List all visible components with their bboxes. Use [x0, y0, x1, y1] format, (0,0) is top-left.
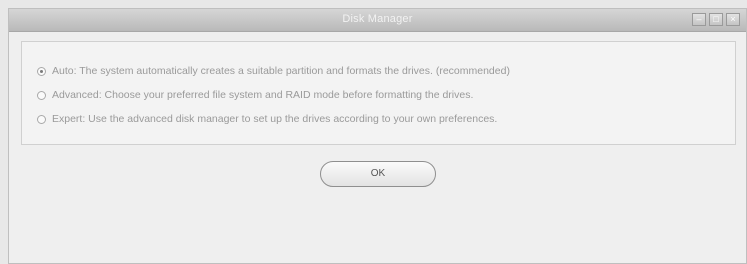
mode-options-panel: Auto: The system automatically creates a… — [21, 41, 736, 145]
window-controls: – □ × — [692, 13, 740, 26]
option-auto[interactable]: Auto: The system automatically creates a… — [37, 65, 510, 77]
close-icon[interactable]: × — [726, 13, 740, 26]
window-title: Disk Manager — [342, 13, 413, 25]
radio-expert[interactable] — [37, 114, 46, 124]
option-auto-label: Auto: The system automatically creates a… — [52, 65, 510, 77]
option-advanced[interactable]: Advanced: Choose your preferred file sys… — [37, 89, 473, 101]
option-expert[interactable]: Expert: Use the advanced disk manager to… — [37, 113, 497, 125]
radio-advanced[interactable] — [37, 90, 46, 100]
maximize-icon[interactable]: □ — [709, 13, 723, 26]
radio-auto[interactable] — [37, 66, 46, 76]
option-advanced-label: Advanced: Choose your preferred file sys… — [52, 89, 474, 101]
title-bar[interactable]: Disk Manager – □ × — [9, 9, 746, 32]
option-expert-label: Expert: Use the advanced disk manager to… — [52, 113, 498, 125]
disk-manager-dialog: Disk Manager – □ × Auto: The system auto… — [8, 8, 747, 264]
ok-button[interactable]: OK — [320, 161, 436, 187]
minimize-icon[interactable]: – — [692, 13, 706, 26]
